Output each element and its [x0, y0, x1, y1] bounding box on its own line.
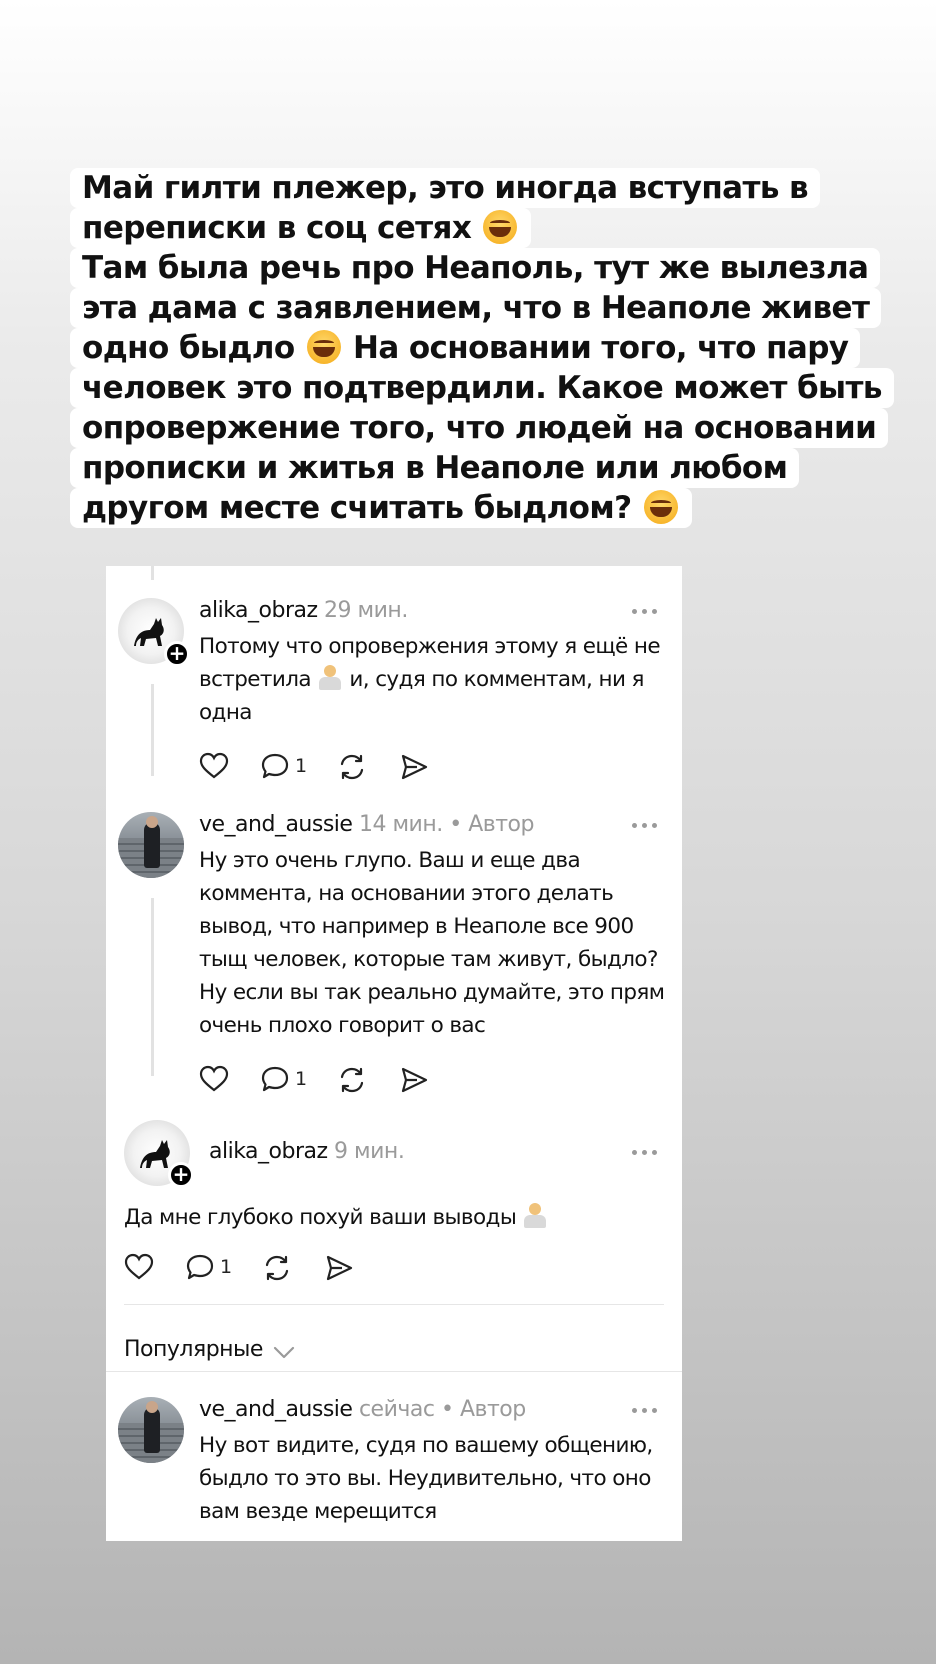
comment-header: alika_obraz 29 мин.	[199, 598, 408, 623]
caption-line: человек это подтвердили. Какое может быт…	[70, 368, 894, 408]
username[interactable]: ve_and_aussie	[199, 1397, 353, 1422]
reply-button[interactable]: 1	[186, 1253, 232, 1281]
comment-icon	[186, 1254, 214, 1280]
chevron-down-icon[interactable]	[272, 1344, 296, 1360]
repost-button[interactable]	[337, 752, 367, 782]
reply-button[interactable]: 1	[261, 1065, 307, 1093]
caption-line: эта дама с заявлением, что в Неаполе жив…	[70, 288, 882, 328]
share-icon	[401, 1067, 428, 1093]
heart-icon	[199, 752, 229, 779]
caption-line: Там была речь про Неаполь, тут же вылезл…	[70, 248, 881, 288]
caption-line: переписки в соц сетях	[70, 208, 532, 248]
reply-count: 1	[295, 1068, 308, 1090]
thread-line	[151, 566, 154, 580]
grinning-face-emoji-icon	[483, 210, 518, 244]
repost-button[interactable]	[337, 1065, 367, 1095]
share-button[interactable]	[399, 1065, 429, 1095]
comment-icon	[261, 753, 289, 779]
caption-line: другом месте считать быдлом?	[70, 488, 692, 528]
share-icon	[326, 1255, 353, 1281]
timestamp: 29 мин.	[324, 598, 408, 623]
comment-header: ve_and_aussie 14 мин. • Автор	[199, 812, 534, 837]
timestamp: 9 мин.	[334, 1139, 405, 1164]
divider	[124, 1304, 664, 1305]
person-shrugging-emoji-icon	[317, 665, 343, 691]
story-caption: Май гилти плежер, это иногда вступать в …	[70, 168, 894, 528]
comment-header: alika_obraz 9 мин.	[209, 1139, 405, 1164]
repost-icon	[340, 754, 364, 780]
repost-icon	[265, 1255, 289, 1281]
like-button[interactable]	[199, 752, 229, 780]
reply-count: 1	[220, 1256, 233, 1278]
share-icon	[401, 754, 428, 780]
reply-button[interactable]: 1	[261, 752, 307, 780]
reply-count: 1	[295, 755, 308, 777]
grinning-face-emoji-icon	[643, 490, 678, 524]
thread-line	[151, 684, 154, 776]
heart-icon	[199, 1065, 229, 1092]
comment-text: Да мне глубоко похуй ваши выводы	[124, 1201, 664, 1234]
caption-line: опровержение того, что людей на основани…	[70, 408, 889, 448]
repost-icon	[340, 1067, 364, 1093]
author-badge: Автор	[459, 1397, 526, 1422]
sort-label: Популярные	[124, 1337, 263, 1362]
comments-panel: + alika_obraz 29 мин. Потому что опровер…	[106, 566, 682, 1541]
like-button[interactable]	[199, 1065, 229, 1093]
follow-plus-icon[interactable]: +	[164, 641, 190, 667]
username[interactable]: alika_obraz	[199, 598, 318, 623]
username[interactable]: ve_and_aussie	[199, 812, 353, 837]
like-button[interactable]	[124, 1253, 154, 1281]
cat-silhouette-icon	[140, 1140, 170, 1168]
person-shrugging-emoji-icon	[522, 1203, 548, 1229]
heart-icon	[124, 1253, 154, 1280]
avatar[interactable]	[118, 812, 184, 878]
comment-actions: 1	[124, 1253, 384, 1283]
more-icon[interactable]	[632, 1150, 660, 1156]
comment-text: Ну вот видите, судя по вашему общению, б…	[199, 1433, 653, 1524]
cat-silhouette-icon	[134, 618, 164, 646]
caption-line: Май гилти плежер, это иногда вступать в	[70, 168, 821, 208]
thread-line	[151, 898, 154, 1076]
more-icon[interactable]	[632, 1408, 660, 1414]
timestamp: сейчас	[358, 1397, 435, 1422]
comment-actions: 1	[199, 1065, 459, 1095]
comment-text: Ну это очень глупо. Ваш и еще два коммен…	[199, 848, 665, 1038]
author-badge: Автор	[468, 812, 534, 837]
username[interactable]: alika_obraz	[209, 1139, 328, 1164]
share-button[interactable]	[399, 752, 429, 782]
grinning-face-emoji-icon	[306, 330, 341, 364]
repost-button[interactable]	[262, 1253, 292, 1283]
divider	[106, 1371, 682, 1372]
comment-icon	[261, 1066, 289, 1092]
sort-dropdown[interactable]: Популярные	[124, 1337, 263, 1362]
more-icon[interactable]	[632, 823, 660, 829]
caption-line: прописки и житья в Неаполе или любом	[70, 448, 800, 488]
caption-line: одно быдло На основании того, что пару	[70, 328, 861, 368]
timestamp: 14 мин.	[358, 812, 443, 837]
follow-plus-icon[interactable]: +	[168, 1162, 194, 1188]
comment-actions: 1	[199, 752, 459, 782]
more-icon[interactable]	[632, 609, 660, 615]
avatar[interactable]	[118, 1397, 184, 1463]
comment-header: ve_and_aussie сейчас • Автор	[199, 1397, 526, 1422]
comment-text: Потому что опровержения этому я ещё не в…	[199, 634, 661, 725]
share-button[interactable]	[324, 1253, 354, 1283]
